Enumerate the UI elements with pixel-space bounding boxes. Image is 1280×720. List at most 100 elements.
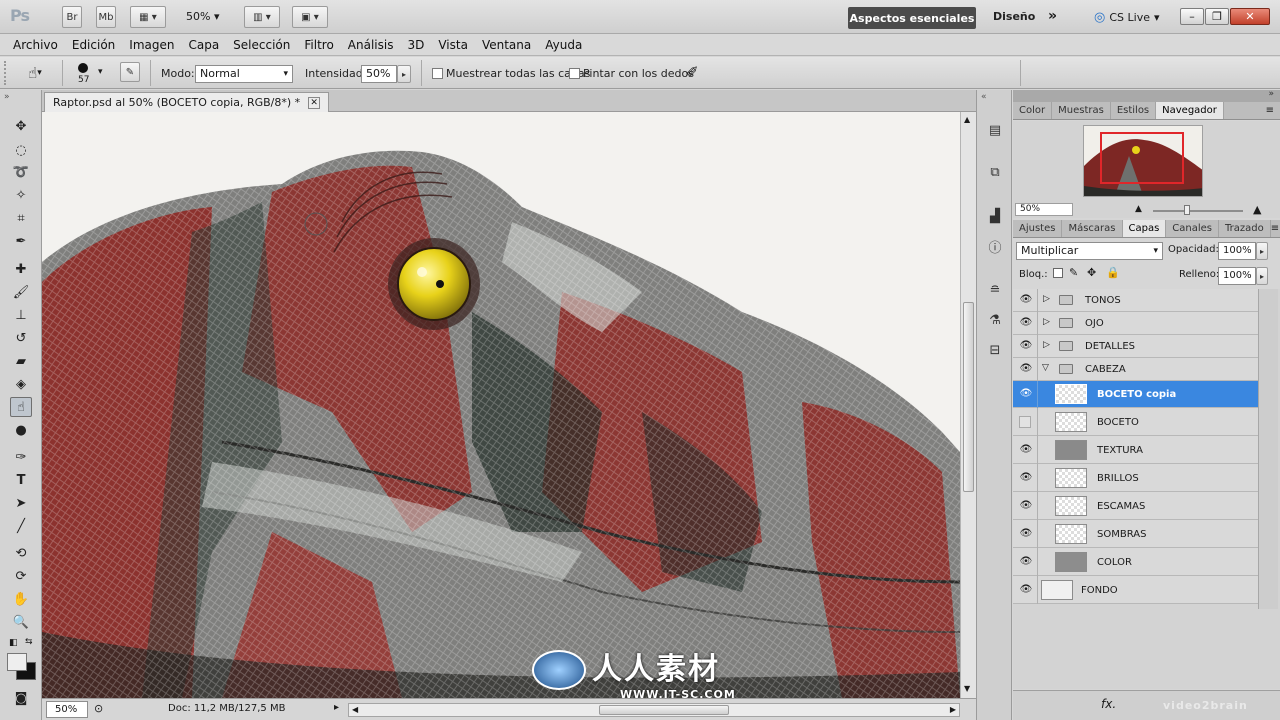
layer-row[interactable]: 👁 SOMBRAS bbox=[1013, 520, 1258, 548]
visibility-eye-icon[interactable]: 👁 bbox=[1019, 317, 1033, 329]
layer-row-selected[interactable]: 👁 BOCETO copia bbox=[1013, 381, 1258, 408]
horizontal-scrollbar[interactable]: ◀ ▶ bbox=[348, 703, 960, 717]
navigator-thumbnail[interactable] bbox=[1083, 125, 1203, 197]
quick-mask-icon[interactable]: ◙ bbox=[10, 688, 32, 708]
clone-source-panel-icon[interactable]: ⚗ bbox=[984, 310, 1006, 330]
quick-selection-tool-icon[interactable]: ✧ bbox=[10, 185, 32, 205]
tab-mascaras[interactable]: Máscaras bbox=[1062, 220, 1123, 237]
navigator-zoom-slider-thumb[interactable] bbox=[1184, 205, 1190, 215]
hand-tool-icon[interactable]: ✋ bbox=[10, 589, 32, 609]
layers-scrollbar[interactable] bbox=[1258, 289, 1278, 609]
sample-all-layers-checkbox[interactable] bbox=[432, 68, 443, 79]
visibility-eye-icon[interactable]: 👁 bbox=[1019, 500, 1033, 512]
lock-all-icon[interactable]: 🔒 bbox=[1106, 266, 1120, 279]
close-document-icon[interactable]: ✕ bbox=[308, 96, 321, 109]
intensity-slider-toggle[interactable]: ▸ bbox=[397, 65, 411, 83]
mini-bridge-panel-icon[interactable]: ▤ bbox=[984, 120, 1006, 140]
visibility-eye-icon[interactable]: 👁 bbox=[1019, 340, 1033, 352]
lock-pixels-icon[interactable]: ✎ bbox=[1069, 266, 1078, 279]
layer-group-row[interactable]: 👁 ▷ TONOS bbox=[1013, 289, 1258, 312]
dodge-tool-icon[interactable]: ● bbox=[10, 420, 32, 440]
status-menu-icon[interactable]: ▸ bbox=[334, 702, 339, 713]
restore-button[interactable]: ❐ bbox=[1205, 8, 1229, 25]
eraser-tool-icon[interactable]: ▰ bbox=[10, 351, 32, 371]
navigator-view-box[interactable] bbox=[1100, 132, 1184, 184]
visibility-eye-icon[interactable]: 👁 bbox=[1019, 388, 1033, 400]
layer-row[interactable]: BOCETO bbox=[1013, 408, 1258, 436]
menu-ventana[interactable]: Ventana bbox=[475, 38, 538, 52]
zoom-out-icon[interactable]: ▲ bbox=[1135, 204, 1142, 214]
view-extras-dropdown[interactable]: ▦ ▾ bbox=[130, 6, 166, 28]
tab-estilos[interactable]: Estilos bbox=[1111, 102, 1157, 119]
tab-ajustes[interactable]: Ajustes bbox=[1013, 220, 1063, 237]
brush-preset-picker[interactable]: 57 ▾ bbox=[74, 61, 110, 87]
layer-group-row[interactable]: 👁 ▽ CABEZA bbox=[1013, 358, 1258, 381]
panel-dock-header[interactable]: » bbox=[1013, 89, 1280, 102]
scroll-thumb[interactable] bbox=[963, 302, 974, 492]
crop-tool-icon[interactable]: ⌗ bbox=[10, 208, 32, 228]
status-zoom-field[interactable]: 50% bbox=[46, 701, 88, 718]
visibility-eye-icon[interactable]: 👁 bbox=[1019, 556, 1033, 568]
menu-edicion[interactable]: Edición bbox=[65, 38, 122, 52]
lock-transparency-icon[interactable] bbox=[1053, 268, 1063, 278]
menu-imagen[interactable]: Imagen bbox=[122, 38, 181, 52]
menu-archivo[interactable]: Archivo bbox=[6, 38, 65, 52]
layer-group-row[interactable]: 👁 ▷ OJO bbox=[1013, 312, 1258, 335]
blend-mode-select[interactable]: Multiplicar ▾ bbox=[1016, 242, 1163, 260]
canvas[interactable]: 人人素材 WWW.IT-SC.COM bbox=[42, 112, 960, 698]
scroll-thumb[interactable] bbox=[599, 705, 729, 715]
history-panel-icon[interactable]: ⧉ bbox=[984, 162, 1006, 182]
layer-style-button[interactable]: fx. bbox=[1101, 697, 1116, 711]
panel-menu-icon[interactable]: ≡ bbox=[1271, 220, 1280, 237]
foreground-color-swatch[interactable] bbox=[7, 653, 27, 671]
tab-capas[interactable]: Capas bbox=[1122, 220, 1167, 237]
brush-tool-icon[interactable]: 🖌 bbox=[10, 282, 32, 302]
expand-panels-icon[interactable]: « bbox=[981, 92, 987, 102]
collapse-tools-icon[interactable]: » bbox=[4, 92, 10, 102]
layer-row[interactable]: 👁 TEXTURA bbox=[1013, 436, 1258, 464]
fill-slider-toggle[interactable]: ▸ bbox=[1256, 267, 1268, 285]
brush-panel-toggle[interactable]: ✎ bbox=[120, 62, 140, 82]
brush-presets-panel-icon[interactable]: ≘ bbox=[984, 280, 1006, 300]
clone-stamp-tool-icon[interactable]: ⊥ bbox=[10, 305, 32, 325]
line-tool-icon[interactable]: ╱ bbox=[10, 516, 32, 536]
expand-group-icon[interactable]: ▷ bbox=[1043, 340, 1050, 350]
swap-colors-icon[interactable]: ⇆ bbox=[25, 637, 33, 647]
scroll-up-icon[interactable]: ▲ bbox=[964, 115, 970, 124]
eyedropper-tool-icon[interactable]: ✒ bbox=[10, 231, 32, 251]
minimize-button[interactable]: – bbox=[1180, 8, 1204, 25]
collapse-dock-icon[interactable]: » bbox=[1268, 89, 1274, 99]
scroll-right-icon[interactable]: ▶ bbox=[950, 705, 956, 714]
document-tab[interactable]: Raptor.psd al 50% (BOCETO copia, RGB/8*)… bbox=[44, 92, 330, 112]
close-window-button[interactable]: ✕ bbox=[1230, 8, 1270, 25]
intensity-input[interactable]: 50% bbox=[361, 65, 397, 83]
visibility-eye-icon[interactable]: 👁 bbox=[1019, 363, 1033, 375]
arrange-documents-dropdown[interactable]: ▥ ▾ bbox=[244, 6, 280, 28]
screen-mode-dropdown[interactable]: ▣ ▾ bbox=[292, 6, 328, 28]
opacity-slider-toggle[interactable]: ▸ bbox=[1256, 242, 1268, 260]
panel-menu-icon[interactable]: ≡ bbox=[1266, 102, 1280, 119]
visibility-eye-icon[interactable]: 👁 bbox=[1019, 294, 1033, 306]
bridge-button[interactable]: Br bbox=[62, 6, 82, 28]
tab-canales[interactable]: Canales bbox=[1166, 220, 1220, 237]
tool-presets-panel-icon[interactable]: ⊟ bbox=[984, 340, 1006, 360]
zoom-level-dropdown[interactable]: 50% ▾ bbox=[186, 10, 219, 23]
menu-analisis[interactable]: Análisis bbox=[341, 38, 401, 52]
mini-bridge-button[interactable]: Mb bbox=[96, 6, 116, 28]
menu-filtro[interactable]: Filtro bbox=[297, 38, 340, 52]
histogram-panel-icon[interactable]: ▟ bbox=[984, 206, 1006, 226]
cs-live-button[interactable]: ◎ CS Live ▾ bbox=[1094, 10, 1160, 25]
layer-row[interactable]: 👁 COLOR bbox=[1013, 548, 1258, 576]
layer-row[interactable]: 👁 BRILLOS bbox=[1013, 464, 1258, 492]
visibility-eye-icon[interactable]: 👁 bbox=[1019, 528, 1033, 540]
tablet-pressure-icon[interactable]: ✐ bbox=[686, 63, 699, 81]
options-bar-grip[interactable] bbox=[4, 61, 10, 85]
workspace-design-button[interactable]: Diseño bbox=[993, 10, 1035, 23]
history-brush-tool-icon[interactable]: ↺ bbox=[10, 328, 32, 348]
vertical-scrollbar[interactable]: ▲ ▼ bbox=[960, 112, 976, 698]
navigator-zoom-field[interactable]: 50% bbox=[1015, 203, 1073, 216]
lock-position-icon[interactable]: ✥ bbox=[1087, 266, 1096, 279]
smudge-tool-icon[interactable]: ☝ bbox=[10, 397, 32, 417]
default-colors-icon[interactable]: ◧ bbox=[9, 638, 18, 648]
workspace-essentials-button[interactable]: Aspectos esenciales bbox=[848, 7, 976, 29]
